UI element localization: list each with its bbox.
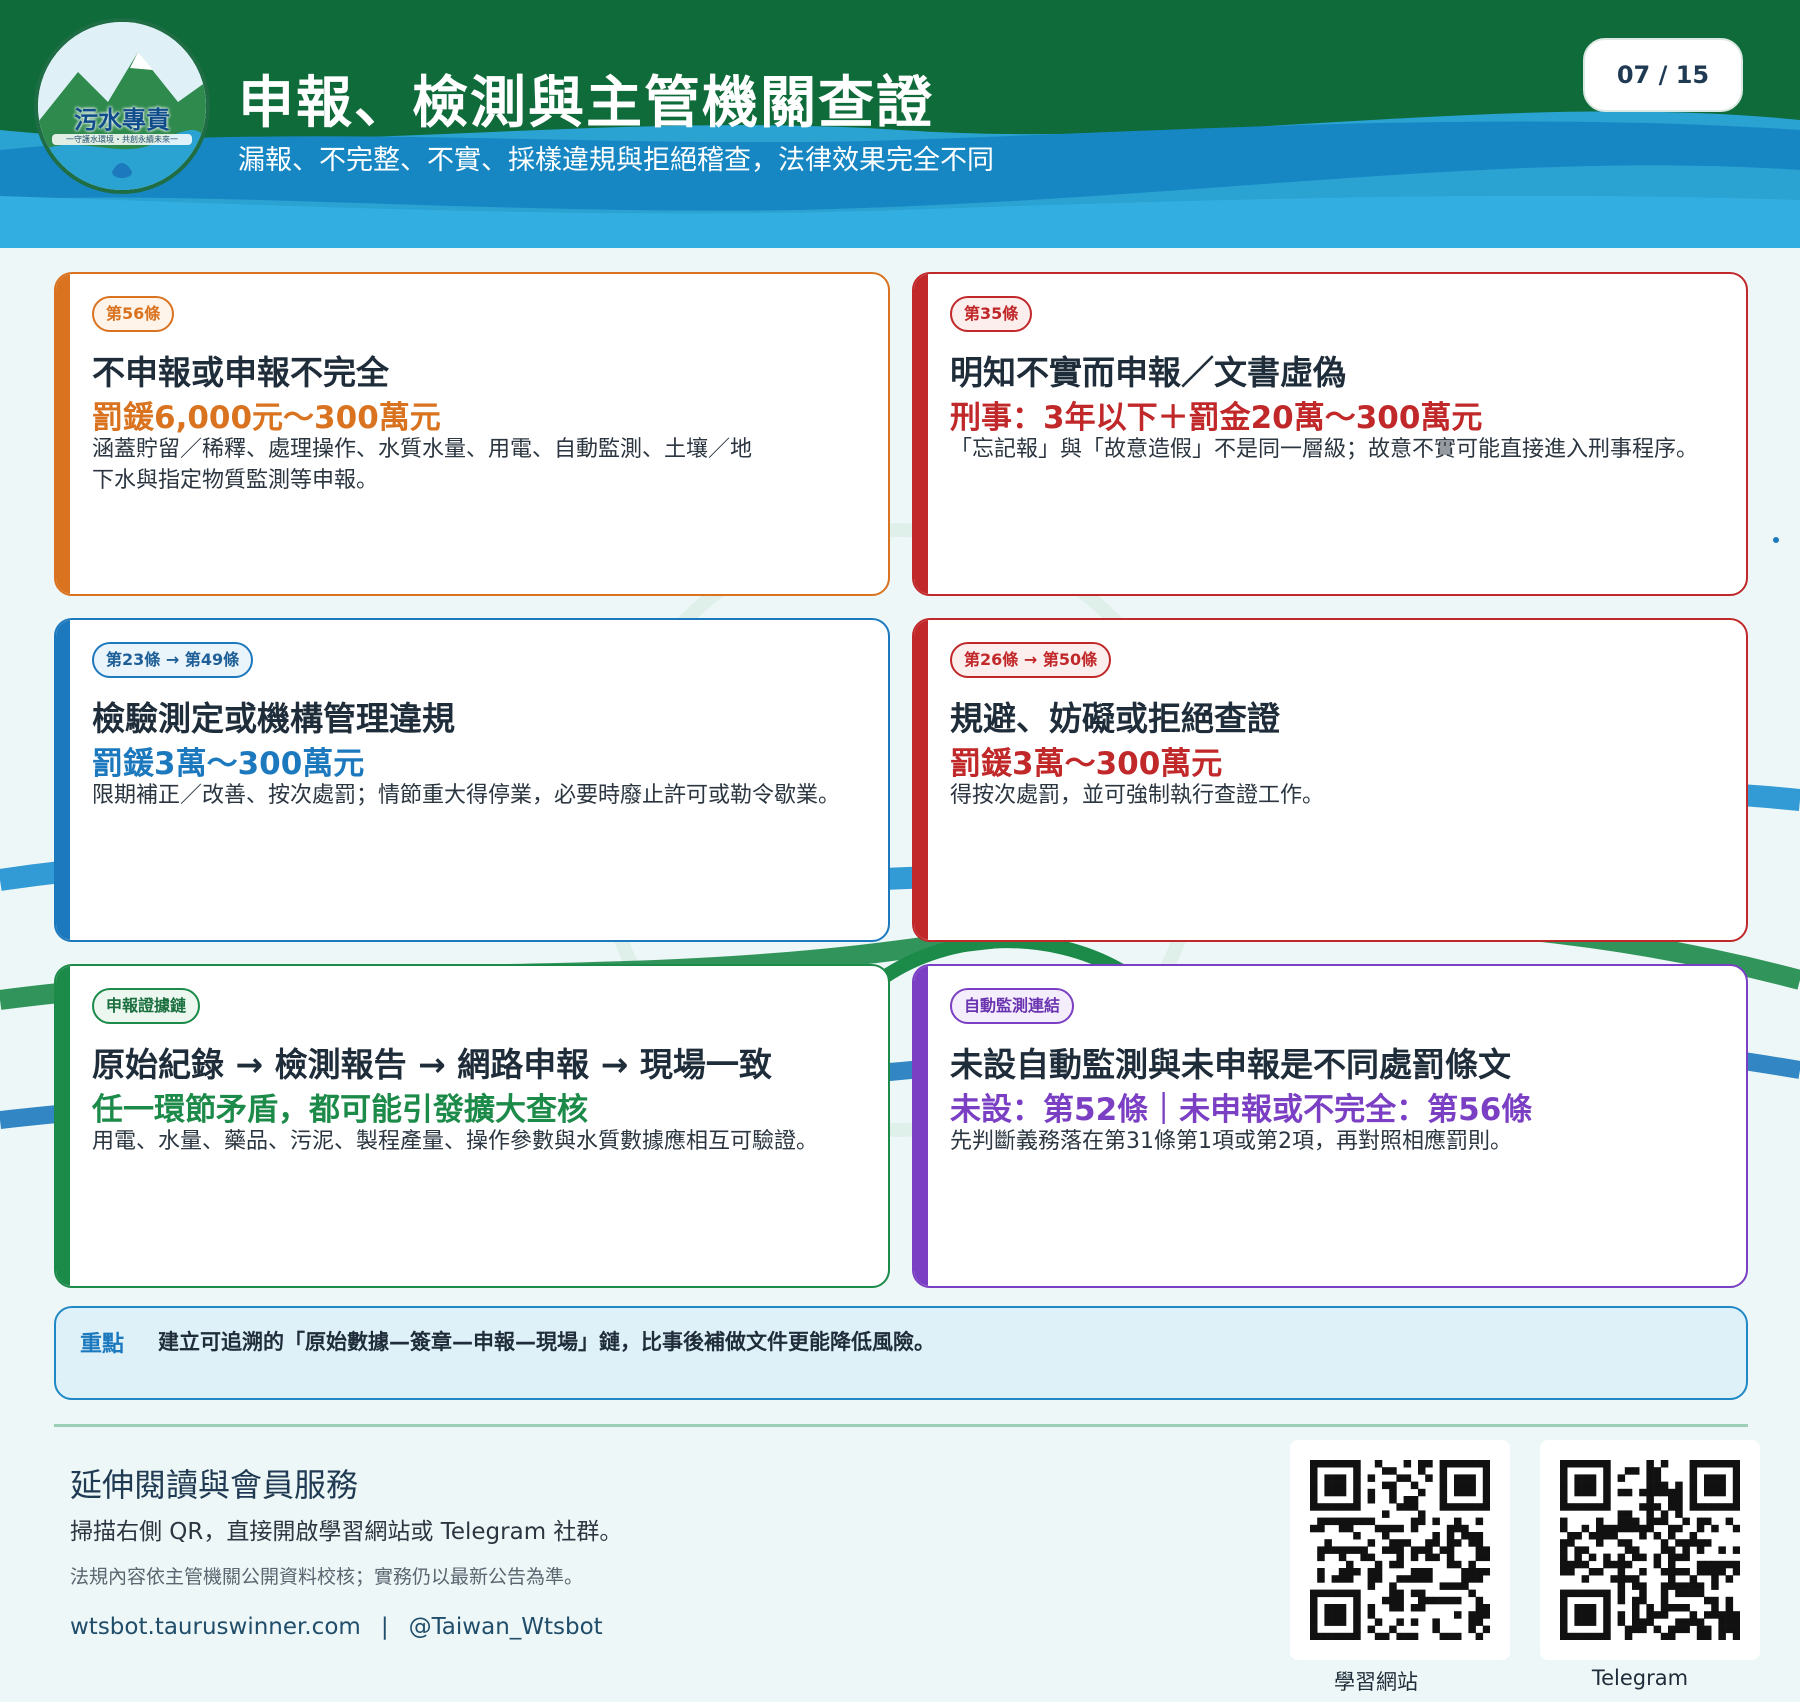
qr-code-icon [1310, 1460, 1490, 1640]
card-auto-monitoring: 自動監測連結 未設自動監測與未申報是不同處罰條文 未設：第52條｜未申報或不完全… [912, 964, 1748, 1288]
card-description: 先判斷義務落在第31條第1項或第2項，再對照相應罰則。 [950, 1129, 1512, 1154]
card-tag: 第56條 [92, 296, 175, 332]
card-description: 涵蓋貯留／稀釋、處理操作、水質水量、用電、自動監測、土壤／地下水與指定物質監測等… [92, 437, 753, 493]
key-point-label: 重點 [80, 1332, 125, 1357]
qr-website[interactable] [1290, 1440, 1510, 1660]
card-highlight: 罰鍰3萬～300萬元 [92, 746, 365, 782]
card-accent-bar [914, 620, 928, 940]
qr-code-icon [1560, 1460, 1740, 1640]
page-title: 申報、檢測與主管機關查證 [238, 71, 934, 136]
card-highlight: 罰鍰3萬～300萬元 [950, 746, 1223, 782]
card-highlight: 任一環節矛盾，都可能引發擴大查核 [92, 1092, 588, 1128]
footer-links: wtsbot.tauruswinner.com | @Taiwan_Wtsbot [70, 1614, 603, 1640]
card-tag: 第35條 [950, 296, 1033, 332]
footer-instruction: 掃描右側 QR，直接開啟學習網站或 Telegram 社群。 [70, 1519, 623, 1545]
card-accent-bar [56, 274, 70, 594]
card-article-56: 第56條 不申報或申報不完全 罰鍰6,000元～300萬元 涵蓋貯留／稀釋、處理… [54, 272, 890, 596]
card-accent-bar [914, 966, 928, 1286]
card-heading: 不申報或申報不完全 [92, 353, 389, 392]
qr-website-caption: 學習網站 [1334, 1670, 1418, 1694]
key-point-text: 建立可追溯的「原始數據—簽章—申報—現場」鏈，比事後補做文件更能降低風險。 [158, 1330, 935, 1354]
card-description: 限期補正／改善、按次處罰；情節重大得停業，必要時廢止許可或勒令歇業。 [92, 783, 841, 808]
card-heading: 檢驗測定或機構管理違規 [92, 699, 455, 738]
card-tag: 第23條 → 第49條 [92, 642, 254, 678]
card-heading: 未設自動監測與未申報是不同處罰條文 [950, 1045, 1511, 1084]
card-description: 「忘記報」與「故意造假」不是同一層級；故意不實可能直接進入刑事程序。 [950, 437, 1699, 462]
logo: 污水專責 一守護水環境・共創永續未來一 [34, 18, 210, 194]
card-tag: 自動監測連結 [950, 988, 1075, 1024]
key-point-box: 重點 建立可追溯的「原始數據—簽章—申報—現場」鏈，比事後補做文件更能降低風險。 [54, 1306, 1748, 1400]
card-heading: 規避、妨礙或拒絕查證 [950, 699, 1280, 738]
link-separator: | [380, 1614, 389, 1640]
card-article-26-50: 第26條 → 第50條 規避、妨礙或拒絕查證 罰鍰3萬～300萬元 得按次處罰，… [912, 618, 1748, 942]
qr-telegram[interactable] [1540, 1440, 1760, 1660]
telegram-link[interactable]: @Taiwan_Wtsbot [409, 1614, 603, 1640]
logo-subtext: 一守護水環境・共創永續未來一 [52, 134, 192, 145]
card-heading: 明知不實而申報／文書虛偽 [950, 353, 1346, 392]
card-heading: 原始紀錄 → 檢測報告 → 網路申報 → 現場一致 [92, 1045, 772, 1084]
card-article-23-49: 第23條 → 第49條 檢驗測定或機構管理違規 罰鍰3萬～300萬元 限期補正／… [54, 618, 890, 942]
page-subtitle: 漏報、不完整、不實、採樣違規與拒絕稽查，法律效果完全不同 [238, 145, 994, 176]
card-description: 得按次處罰，並可強制執行查證工作。 [950, 783, 1325, 808]
card-highlight: 未設：第52條｜未申報或不完全：第56條 [950, 1092, 1533, 1128]
page-indicator: 07 / 15 [1583, 38, 1743, 112]
footer-divider [54, 1424, 1748, 1427]
footer-disclaimer: 法規內容依主管機關公開資料校核；實務仍以最新公告為準。 [70, 1566, 584, 1588]
card-accent-bar [56, 966, 70, 1286]
qr-telegram-caption: Telegram [1591, 1666, 1689, 1690]
card-tag: 第26條 → 第50條 [950, 642, 1112, 678]
logo-text: 污水專責 [74, 106, 170, 134]
card-accent-bar [914, 274, 928, 594]
card-description: 用電、水量、藥品、污泥、製程產量、操作參數與水質數據應相互可驗證。 [92, 1129, 819, 1154]
card-evidence-chain: 申報證據鏈 原始紀錄 → 檢測報告 → 網路申報 → 現場一致 任一環節矛盾，都… [54, 964, 890, 1288]
card-tag: 申報證據鏈 [92, 988, 201, 1024]
card-highlight: 罰鍰6,000元～300萬元 [92, 400, 441, 436]
card-accent-bar [56, 620, 70, 940]
footer-title: 延伸閱讀與會員服務 [70, 1466, 359, 1504]
card-highlight: 刑事：3年以下＋罰金20萬～300萬元 [950, 400, 1483, 436]
card-article-35: 第35條 明知不實而申報／文書虛偽 刑事：3年以下＋罰金20萬～300萬元 「忘… [912, 272, 1748, 596]
website-link[interactable]: wtsbot.tauruswinner.com [70, 1614, 361, 1640]
